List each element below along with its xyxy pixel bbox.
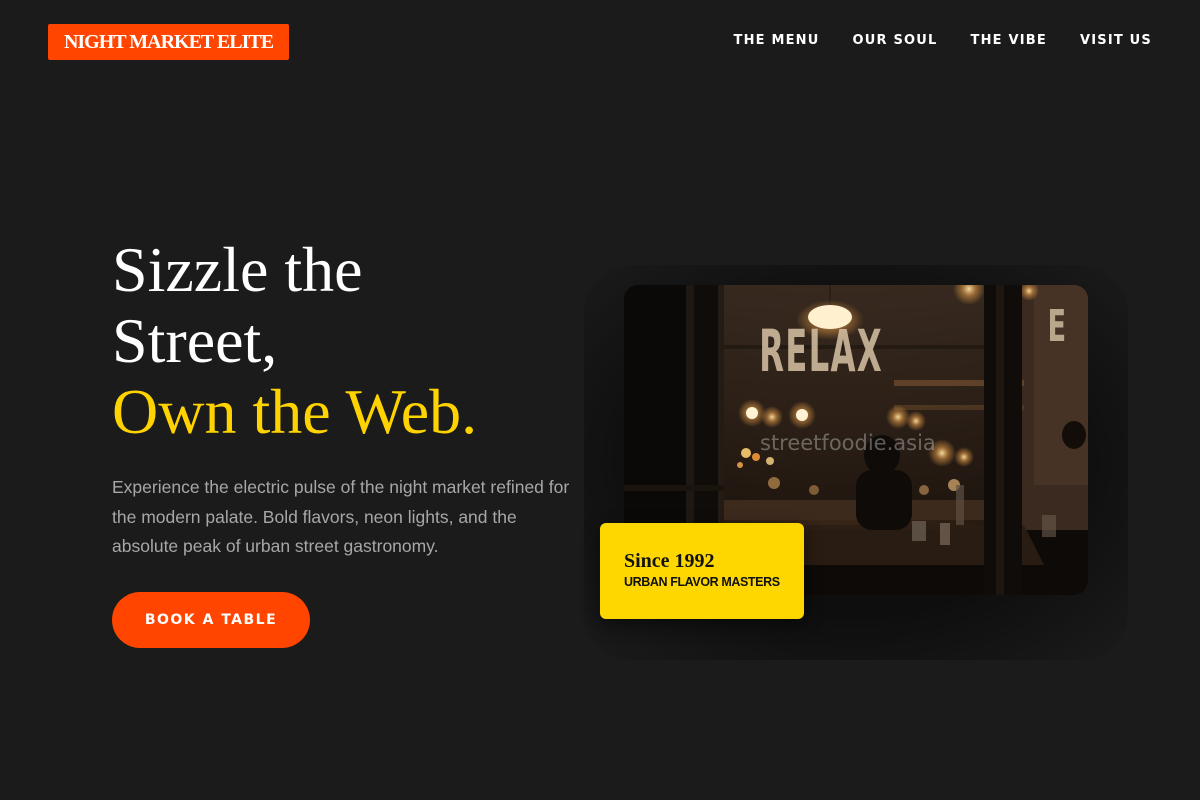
badge-subtitle: URBAN FLAVOR MASTERS bbox=[624, 575, 780, 589]
page: NIGHT MARKET ELITE THE MENU OUR SOUL THE… bbox=[0, 0, 1200, 800]
hero-headline: Sizzle the Street, Own the Web. bbox=[112, 234, 477, 447]
svg-text:E: E bbox=[1047, 300, 1066, 352]
since-badge: Since 1992 URBAN FLAVOR MASTERS bbox=[600, 523, 804, 619]
nav-item-the-vibe[interactable]: THE VIBE bbox=[971, 33, 1047, 48]
headline-accent: Own the Web. bbox=[112, 376, 478, 447]
headline-line-1: Sizzle the bbox=[112, 234, 363, 305]
badge-title: Since 1992 bbox=[624, 550, 715, 572]
nav-item-visit-us[interactable]: VISIT US bbox=[1080, 33, 1152, 48]
logo[interactable]: NIGHT MARKET ELITE bbox=[48, 24, 289, 60]
nav-item-the-menu[interactable]: THE MENU bbox=[734, 33, 820, 48]
main-nav: THE MENU OUR SOUL THE VIBE VISIT US bbox=[734, 33, 1152, 48]
relax-sign: RELAX bbox=[759, 318, 883, 385]
photo-watermark: streetfoodie.asia bbox=[760, 431, 936, 455]
hero-description: Experience the electric pulse of the nig… bbox=[112, 477, 570, 556]
headline-line-2: Street, bbox=[112, 305, 278, 376]
book-table-button[interactable]: BOOK A TABLE bbox=[112, 592, 310, 648]
nav-item-our-soul[interactable]: OUR SOUL bbox=[853, 33, 938, 48]
